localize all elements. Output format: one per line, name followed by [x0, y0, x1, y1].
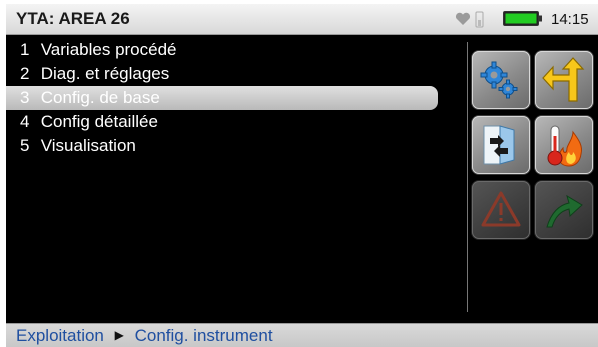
- menu-item-number: 1: [20, 40, 30, 59]
- warning-icon: [481, 191, 521, 227]
- back-button[interactable]: [535, 51, 593, 109]
- clock-time: 14:15: [551, 11, 589, 28]
- menu-item-number: 2: [20, 64, 30, 83]
- exchange-button[interactable]: [472, 116, 530, 174]
- trend-arrow-icon: [546, 194, 583, 228]
- thermometer-fire-icon: [547, 125, 582, 167]
- menu-item-label: Diag. et réglages: [40, 64, 170, 83]
- alarm-button[interactable]: [472, 181, 530, 239]
- breadcrumb-separator-icon: ▶: [114, 328, 124, 342]
- door-transfer-icon: [483, 125, 515, 165]
- temperature-button[interactable]: [535, 116, 593, 174]
- back-arrow-icon: [542, 57, 585, 102]
- battery-icon: [503, 11, 542, 26]
- gears-icon: [480, 61, 518, 99]
- menu-item-number: 3: [20, 88, 30, 107]
- status-bar: YTA: AREA 26 14:15: [6, 4, 598, 35]
- signal-icon: [475, 11, 484, 28]
- device-title: YTA: AREA 26: [16, 9, 130, 28]
- settings-button[interactable]: [472, 51, 530, 109]
- menu-item-label: Variables procédé: [40, 40, 177, 59]
- device-screen: YTA: AREA 26 14:15 1 Variables procédé 2…: [6, 4, 598, 347]
- breadcrumb-item-exploitation[interactable]: Exploitation: [16, 326, 104, 345]
- main-menu: 1 Variables procédé 2 Diag. et réglages …: [6, 38, 446, 158]
- breadcrumb: Exploitation ▶ Config. instrument: [16, 326, 273, 346]
- menu-item-label: Config. de base: [40, 88, 160, 107]
- breadcrumb-item-config-instrument[interactable]: Config. instrument: [135, 326, 273, 345]
- menu-item-number: 5: [20, 136, 30, 155]
- panel-divider: [467, 42, 468, 312]
- menu-item-config-detaillee[interactable]: 4 Config détaillée: [6, 110, 446, 134]
- heart-icon: [455, 12, 471, 25]
- menu-item-visualisation[interactable]: 5 Visualisation: [6, 134, 446, 158]
- menu-item-label: Visualisation: [40, 136, 136, 155]
- menu-item-diag-reglages[interactable]: 2 Diag. et réglages: [6, 62, 446, 86]
- menu-item-label: Config détaillée: [40, 112, 158, 131]
- menu-item-number: 4: [20, 112, 30, 131]
- breadcrumb-bar: Exploitation ▶ Config. instrument: [6, 323, 598, 347]
- trend-button[interactable]: [535, 181, 593, 239]
- menu-item-config-de-base[interactable]: 3 Config. de base: [6, 86, 438, 110]
- menu-item-variables-procede[interactable]: 1 Variables procédé: [6, 38, 446, 62]
